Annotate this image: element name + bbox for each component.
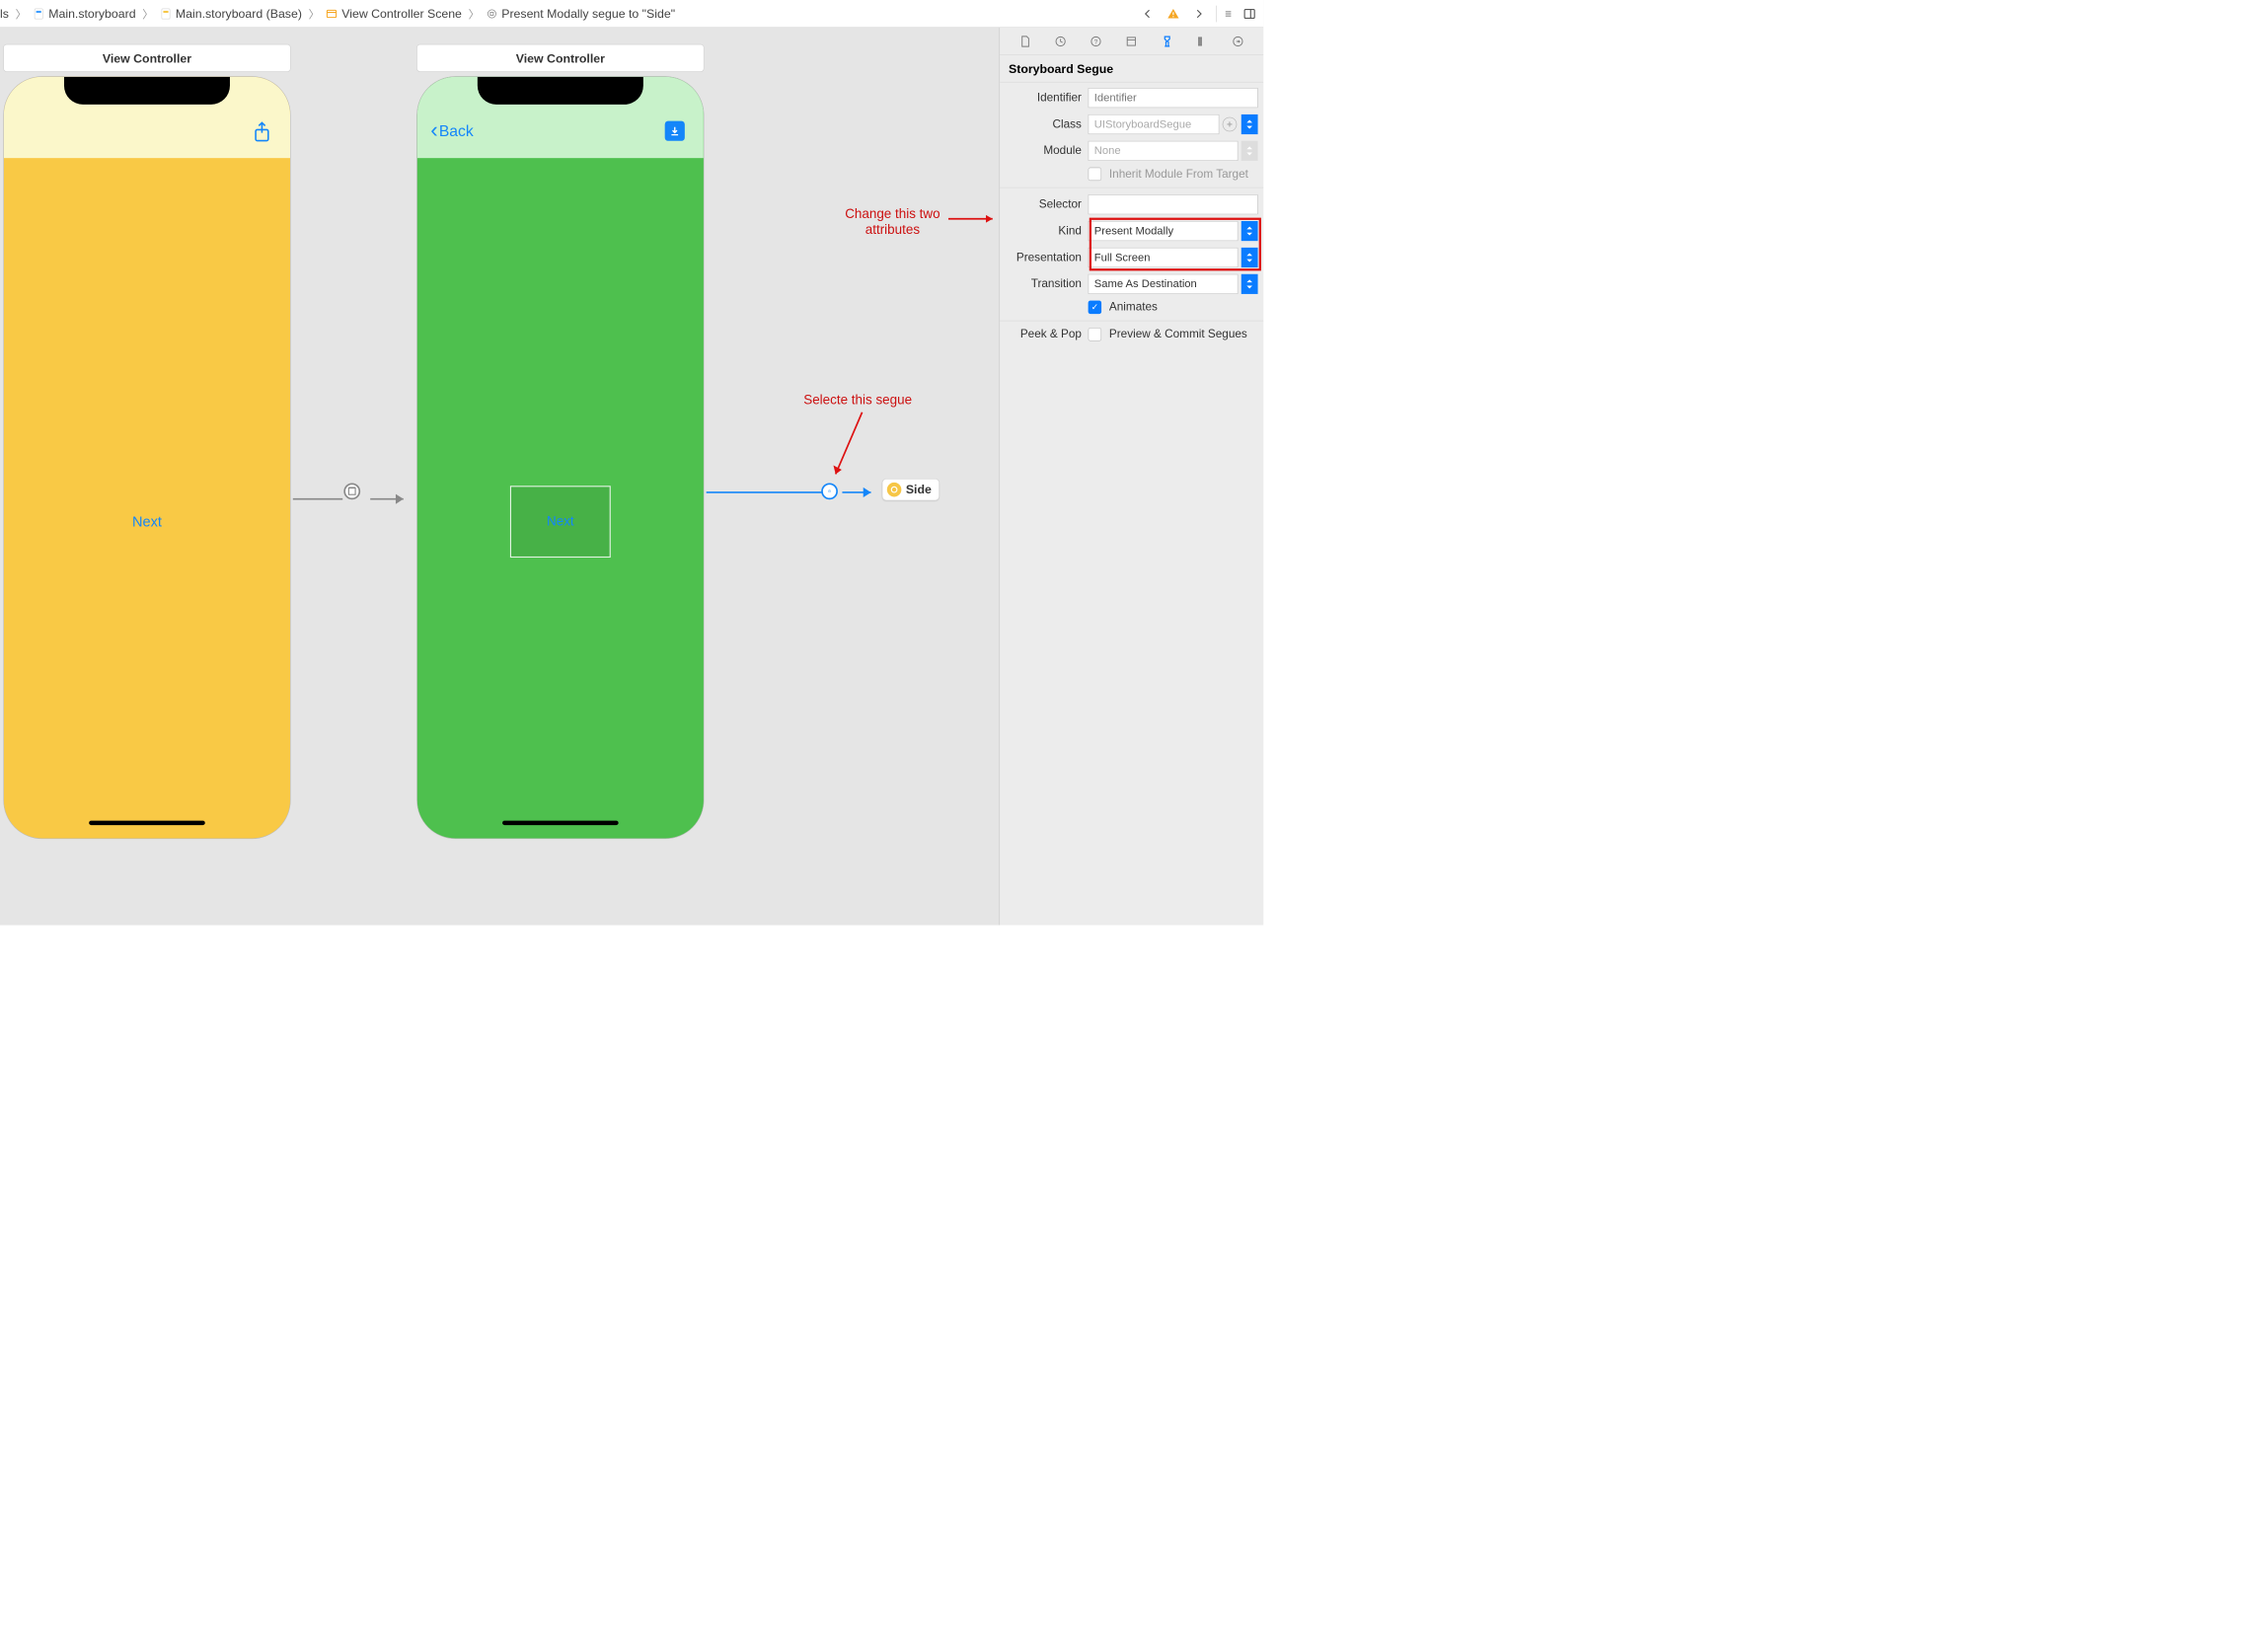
breadcrumb[interactable]: ls〉 Main.storyboard〉 Main.storyboard (Ba… <box>0 6 675 22</box>
transition-dropdown-button[interactable] <box>1241 274 1258 294</box>
kind-label: Kind <box>1006 224 1089 237</box>
notch-icon <box>478 77 643 105</box>
class-add-button[interactable]: + <box>1223 117 1238 132</box>
class-label: Class <box>1006 117 1089 130</box>
module-label: Module <box>1006 144 1089 157</box>
segue-icon <box>485 7 497 20</box>
storyboard-file-icon <box>32 7 44 20</box>
kind-dropdown-button[interactable] <box>1241 221 1258 241</box>
next-button[interactable]: Next <box>132 513 162 530</box>
animates-checkbox[interactable]: ✓ <box>1089 301 1101 314</box>
class-dropdown-button[interactable] <box>1241 114 1258 134</box>
crumb-root[interactable]: ls <box>0 6 9 21</box>
identifier-field[interactable] <box>1089 88 1258 108</box>
device-frame-1[interactable]: Next <box>3 76 290 839</box>
crumb-base[interactable]: Main.storyboard (Base) <box>176 6 302 21</box>
adjust-editor-icon[interactable] <box>1241 5 1258 22</box>
crumb-file[interactable]: Main.storyboard <box>48 6 135 21</box>
annotation-attributes: Change this two attributes <box>829 206 956 237</box>
storyboard-ref-icon <box>887 483 902 497</box>
segue-node-selected[interactable] <box>821 483 838 499</box>
size-inspector-tab[interactable] <box>1194 33 1211 49</box>
inspector-tabs: ? <box>1000 28 1263 55</box>
segue-node-1[interactable] <box>343 483 360 499</box>
warning-icon[interactable] <box>1165 5 1181 22</box>
download-icon[interactable] <box>665 121 685 141</box>
section-title: Storyboard Segue <box>1000 55 1263 82</box>
class-field[interactable]: UIStoryboardSegue <box>1089 114 1220 134</box>
file-inspector-tab[interactable] <box>1016 33 1033 49</box>
inherit-module-checkbox[interactable] <box>1089 168 1101 181</box>
scene-title[interactable]: View Controller <box>416 44 704 72</box>
outline-icon[interactable] <box>1216 5 1233 22</box>
presentation-label: Presentation <box>1006 251 1089 263</box>
home-indicator <box>502 821 619 825</box>
kind-select[interactable]: Present Modally <box>1089 221 1239 241</box>
notch-icon <box>64 77 230 105</box>
segue-arrow-selected[interactable] <box>707 485 878 501</box>
crumb-segue[interactable]: Present Modally segue to "Side" <box>501 6 675 21</box>
side-reference[interactable]: Side <box>882 479 940 500</box>
inherit-module-label: Inherit Module From Target <box>1109 168 1248 181</box>
share-icon[interactable] <box>253 121 271 146</box>
transition-label: Transition <box>1006 277 1089 290</box>
transition-select[interactable]: Same As Destination <box>1089 274 1239 294</box>
storyboard-canvas[interactable]: View Controller Next View <box>0 28 999 925</box>
back-button[interactable]: ‹Back <box>430 122 473 140</box>
presentation-dropdown-button[interactable] <box>1241 248 1258 267</box>
connections-inspector-tab[interactable] <box>1230 33 1246 49</box>
identifier-label: Identifier <box>1006 91 1089 104</box>
nav-back-icon[interactable] <box>1140 5 1157 22</box>
container-view[interactable]: Next <box>510 486 611 558</box>
selector-field[interactable] <box>1089 194 1258 214</box>
presentation-select[interactable]: Full Screen <box>1089 248 1239 267</box>
attributes-inspector-tab[interactable] <box>1159 33 1175 49</box>
crumb-scene[interactable]: View Controller Scene <box>341 6 462 21</box>
scene-icon <box>325 7 338 20</box>
history-inspector-tab[interactable] <box>1052 33 1069 49</box>
inspector-panel: ? Storyboard Segue Identifier Class UISt… <box>999 28 1263 925</box>
peek-pop-label: Peek & Pop <box>1006 328 1089 340</box>
annotation-arrow-2 <box>829 413 873 485</box>
breadcrumb-bar: ls〉 Main.storyboard〉 Main.storyboard (Ba… <box>0 0 1263 28</box>
scene-title[interactable]: View Controller <box>3 44 290 72</box>
storyboard-base-icon <box>159 7 172 20</box>
home-indicator <box>89 821 205 825</box>
preview-commit-label: Preview & Commit Segues <box>1109 328 1247 340</box>
identity-inspector-tab[interactable] <box>1123 33 1140 49</box>
animates-label: Animates <box>1109 301 1158 314</box>
svg-text:?: ? <box>1094 38 1098 45</box>
module-dropdown-button[interactable] <box>1241 141 1258 161</box>
help-inspector-tab[interactable]: ? <box>1088 33 1104 49</box>
selector-label: Selector <box>1006 197 1089 210</box>
device-frame-2[interactable]: ‹Back Next <box>416 76 704 839</box>
module-select[interactable]: None <box>1089 141 1239 161</box>
annotation-segue: Selecte this segue <box>803 393 912 409</box>
preview-commit-checkbox[interactable] <box>1089 328 1101 340</box>
nav-forward-icon[interactable] <box>1190 5 1207 22</box>
annotation-arrow-1 <box>948 213 1000 224</box>
